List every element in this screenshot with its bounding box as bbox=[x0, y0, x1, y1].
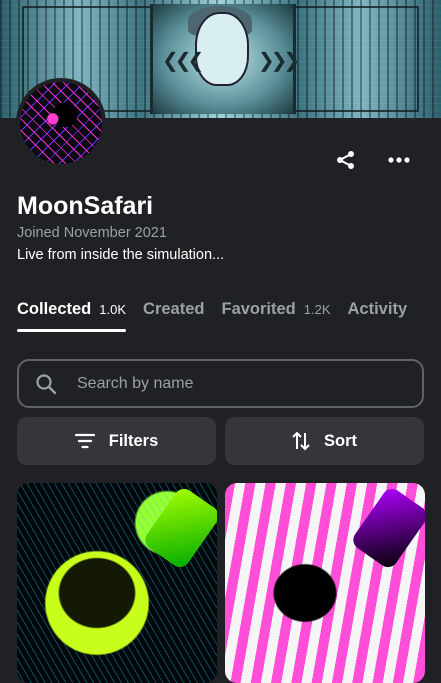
share-icon bbox=[337, 151, 354, 169]
nft-card[interactable] bbox=[17, 483, 217, 683]
filters-label: Filters bbox=[108, 431, 159, 450]
filter-icon bbox=[74, 433, 95, 449]
sort-label: Sort bbox=[324, 431, 357, 450]
tab-label: Created bbox=[143, 300, 205, 318]
banner-character-face bbox=[195, 12, 249, 86]
sort-icon bbox=[292, 431, 310, 451]
nft-card[interactable] bbox=[225, 483, 425, 683]
joined-date: Joined November 2021 bbox=[17, 225, 167, 241]
nft-bottle-art bbox=[349, 484, 425, 572]
profile-name: MoonSafari bbox=[17, 192, 154, 220]
more-options-button[interactable] bbox=[385, 146, 413, 174]
tab-count: 1.0K bbox=[99, 302, 127, 317]
avatar-image bbox=[20, 82, 102, 164]
search-input[interactable] bbox=[75, 373, 379, 394]
tab-count: 1.2K bbox=[303, 302, 331, 317]
more-horizontal-icon bbox=[388, 157, 410, 163]
filters-button[interactable]: Filters bbox=[17, 417, 216, 465]
banner-chevrons-left: ❮❮❮ bbox=[162, 50, 204, 72]
search-box[interactable] bbox=[17, 359, 424, 408]
search-icon bbox=[36, 373, 57, 394]
avatar[interactable] bbox=[16, 78, 106, 168]
profile-tabs: Collected 1.0K Created Favorited 1.2K Ac… bbox=[17, 300, 424, 334]
tab-created[interactable]: Created bbox=[143, 300, 204, 332]
tab-activity[interactable]: Activity bbox=[348, 300, 408, 332]
profile-bio: Live from inside the simulation... bbox=[17, 247, 225, 263]
tab-label: Favorited bbox=[221, 300, 296, 318]
share-button[interactable] bbox=[332, 146, 360, 174]
tab-collected[interactable]: Collected 1.0K bbox=[17, 300, 127, 332]
nft-bottle-art bbox=[141, 484, 217, 572]
tab-label: Collected bbox=[17, 300, 92, 318]
tab-label: Activity bbox=[347, 300, 408, 318]
banner-chevrons-right: ❯❯❯ bbox=[258, 50, 300, 72]
sort-button[interactable]: Sort bbox=[225, 417, 424, 465]
tab-favorited[interactable]: Favorited 1.2K bbox=[221, 300, 330, 332]
